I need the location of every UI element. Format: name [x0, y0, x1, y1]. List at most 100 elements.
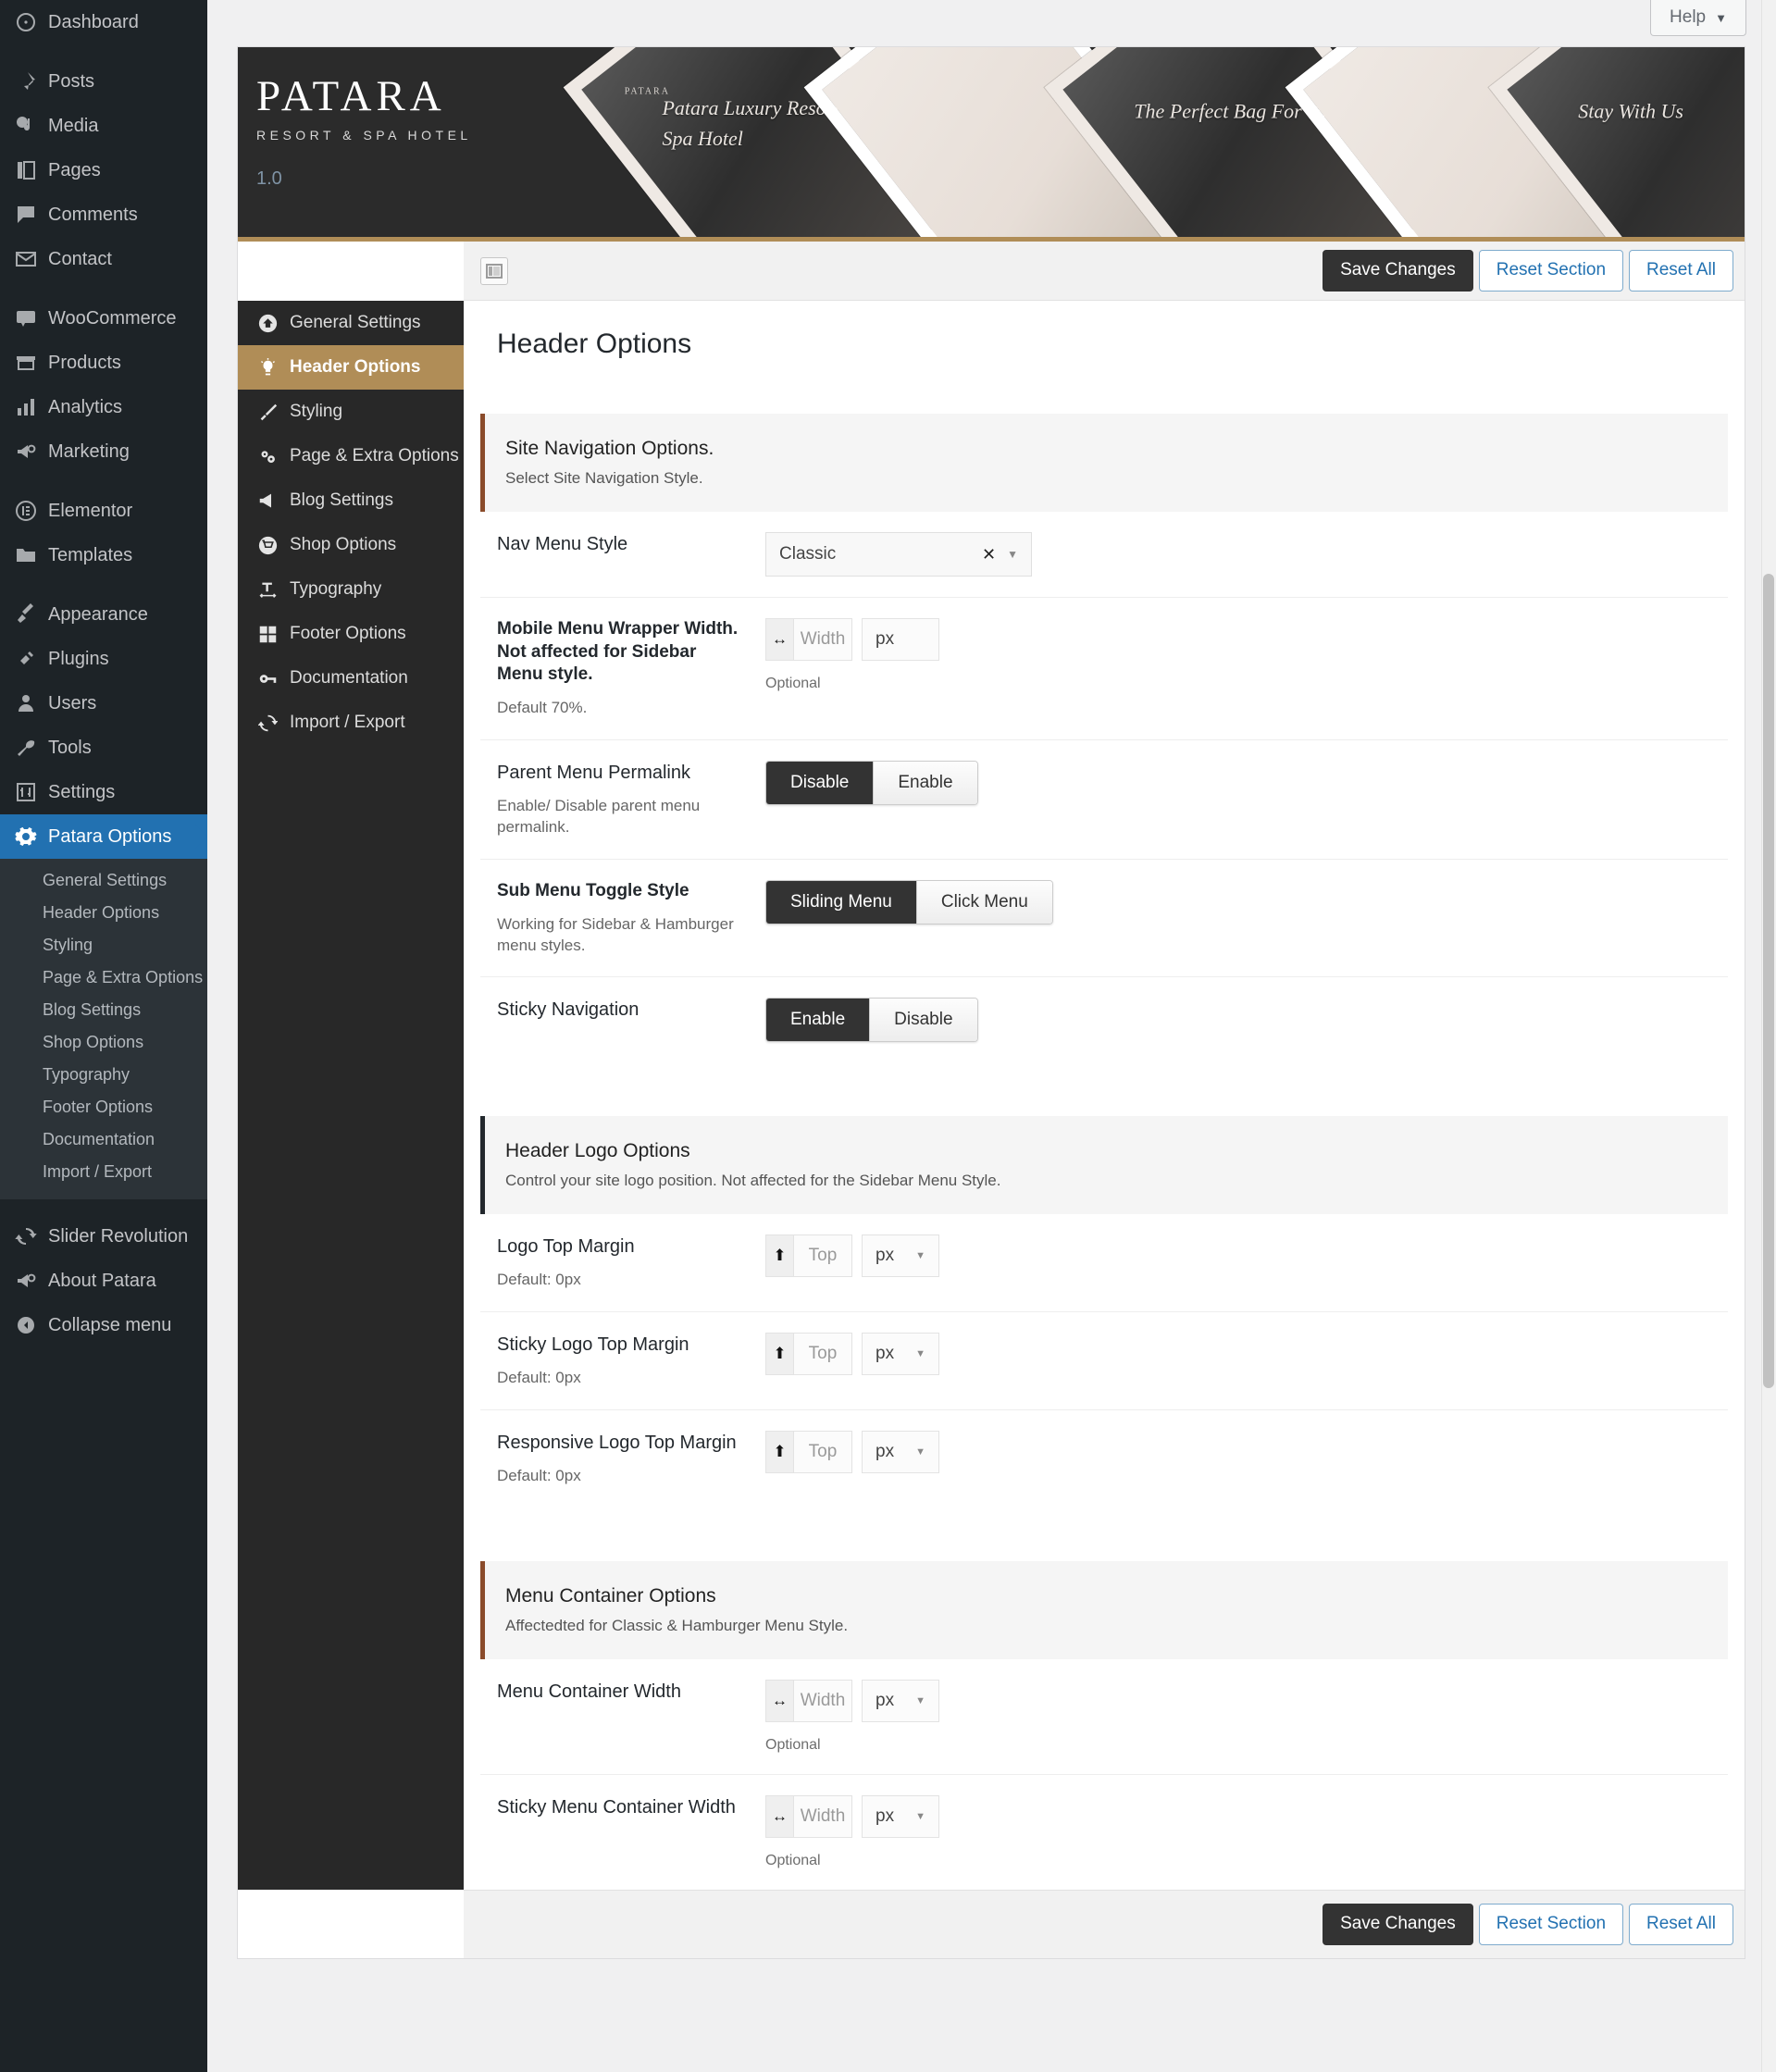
tab-import-export[interactable]: Import / Export [238, 701, 464, 745]
sidebar-item-label: Templates [48, 544, 133, 565]
sidebar-item-templates[interactable]: Templates [0, 533, 207, 577]
sidebar-item-products[interactable]: Products [0, 341, 207, 385]
nav-menu-style-select[interactable]: Classic ✕ ▼ [765, 532, 1032, 577]
sidebar-item-settings[interactable]: Settings [0, 770, 207, 814]
tab-typography[interactable]: Typography [238, 567, 464, 612]
sidebar-item-tools[interactable]: Tools [0, 726, 207, 770]
page-scrollbar[interactable] [1761, 0, 1776, 2072]
toggle-option-disable[interactable]: Disable [870, 999, 977, 1042]
reset-all-button-bottom[interactable]: Reset All [1629, 1904, 1733, 1946]
field-row-sub-menu-toggle-style: Sub Menu Toggle Style Working for Sideba… [480, 860, 1728, 978]
width-input-group[interactable]: ↔ Width [765, 618, 852, 661]
sidebar-item-plugins[interactable]: Plugins [0, 637, 207, 681]
save-changes-button-bottom[interactable]: Save Changes [1323, 1904, 1473, 1946]
tab-styling[interactable]: Styling [238, 390, 464, 434]
unit-label: px [876, 629, 895, 649]
sidebar-item-appearance[interactable]: Appearance [0, 592, 207, 637]
brand-name: PATARA [256, 72, 446, 120]
sidebar-item-collapse-menu[interactable]: Collapse menu [0, 1303, 207, 1347]
tab-label: Typography [290, 579, 382, 599]
submenu-item-documentation[interactable]: Documentation [0, 1123, 207, 1156]
toggle-option-sliding-menu[interactable]: Sliding Menu [766, 880, 917, 924]
sidebar-item-dashboard[interactable]: Dashboard [0, 0, 207, 44]
unit-select[interactable]: px ▼ [862, 1431, 939, 1474]
sidebar-item-woocommerce[interactable]: WooCommerce [0, 296, 207, 341]
scrollbar-thumb[interactable] [1763, 574, 1774, 1388]
sidebar-item-contact[interactable]: Contact [0, 237, 207, 281]
reset-section-button-bottom[interactable]: Reset Section [1478, 1904, 1624, 1946]
margin-input[interactable]: Top [794, 1235, 851, 1276]
user-icon [9, 690, 43, 716]
margin-input-group[interactable]: ⬆ Top [765, 1333, 852, 1376]
width-input[interactable]: Width [794, 1796, 851, 1837]
toggle-option-click-menu[interactable]: Click Menu [916, 880, 1052, 924]
sidebar-item-about-patara[interactable]: About Patara [0, 1259, 207, 1303]
width-input-group[interactable]: ↔ Width [765, 1680, 852, 1723]
submenu-item-import-export[interactable]: Import / Export [0, 1156, 207, 1188]
tab-documentation[interactable]: Documentation [238, 656, 464, 701]
gear-icon [9, 824, 43, 850]
sidebar-item-elementor[interactable]: Elementor [0, 489, 207, 533]
width-input[interactable]: Width [794, 619, 851, 660]
tab-shop-options[interactable]: Shop Options [238, 523, 464, 567]
tab-general-settings[interactable]: General Settings [238, 301, 464, 345]
help-button[interactable]: Help ▼ [1650, 0, 1746, 36]
margin-input-group[interactable]: ⬆ Top [765, 1431, 852, 1474]
unit-select[interactable]: px ▼ [862, 1235, 939, 1278]
dashboard-icon [9, 9, 43, 35]
sidebar-item-analytics[interactable]: Analytics [0, 385, 207, 429]
comments-icon [9, 202, 43, 228]
sidebar-item-label: About Patara [48, 1270, 156, 1291]
sidebar-item-label: Posts [48, 70, 95, 92]
sidebar-item-label: Products [48, 352, 121, 373]
submenu-item-styling[interactable]: Styling [0, 929, 207, 962]
submenu-item-blog-settings[interactable]: Blog Settings [0, 994, 207, 1026]
sidebar-item-label: Media [48, 115, 99, 136]
field-label-wrap: Mobile Menu Wrapper Width. Not affected … [497, 618, 765, 719]
tab-header-options[interactable]: Header Options [238, 345, 464, 390]
collapse-icon [9, 1312, 43, 1338]
unit-select[interactable]: px ▼ [862, 1795, 939, 1839]
margin-input[interactable]: Top [794, 1432, 851, 1472]
sidebar-item-media[interactable]: Media [0, 104, 207, 148]
unit-select[interactable]: px ▼ [862, 1333, 939, 1376]
width-input[interactable]: Width [794, 1681, 851, 1721]
sidebar-item-comments[interactable]: Comments [0, 192, 207, 237]
tab-footer-options[interactable]: Footer Options [238, 612, 464, 656]
sidebar-item-label: Settings [48, 781, 116, 802]
sidebar-item-label: WooCommerce [48, 307, 177, 329]
field-description: Default: 0px [497, 1467, 581, 1485]
close-icon[interactable]: ✕ [982, 545, 996, 565]
toggle-option-disable[interactable]: Disable [766, 762, 875, 804]
width-input-group[interactable]: ↔ Width [765, 1795, 852, 1839]
toggle-option-enable[interactable]: Enable [874, 762, 977, 804]
submenu-item-footer-options[interactable]: Footer Options [0, 1091, 207, 1123]
sidebar-item-users[interactable]: Users [0, 681, 207, 726]
submenu-item-shop-options[interactable]: Shop Options [0, 1026, 207, 1059]
sidebar-item-pages[interactable]: Pages [0, 148, 207, 192]
margin-input-group[interactable]: ⬆ Top [765, 1235, 852, 1278]
panel-body: General Settings Header Options Styling … [238, 301, 1745, 1891]
sidebar-item-marketing[interactable]: Marketing [0, 429, 207, 474]
products-icon [9, 350, 43, 376]
margin-input[interactable]: Top [794, 1334, 851, 1374]
sidebar-item-patara-options[interactable]: Patara Options [0, 814, 207, 859]
unit-select[interactable]: px ▼ [862, 1680, 939, 1723]
sidebar-divider [0, 577, 207, 592]
toggle-option-enable[interactable]: Enable [766, 999, 871, 1042]
reset-all-button-top[interactable]: Reset All [1629, 250, 1733, 292]
field-row-menu-container-width: Menu Container Width ↔ Width px ▼ Option… [480, 1659, 1728, 1776]
tab-blog-settings[interactable]: Blog Settings [238, 478, 464, 523]
save-changes-button-top[interactable]: Save Changes [1323, 250, 1473, 292]
sidebar-item-slider-revolution[interactable]: Slider Revolution [0, 1214, 207, 1259]
submenu-item-typography[interactable]: Typography [0, 1059, 207, 1091]
width-unit-control: ↔ Width px ▼ [765, 1795, 1711, 1839]
reset-section-button-top[interactable]: Reset Section [1478, 250, 1624, 292]
submenu-item-page-extra-options[interactable]: Page & Extra Options [0, 962, 207, 994]
sidebar-item-posts[interactable]: Posts [0, 59, 207, 104]
tab-page-extra-options[interactable]: Page & Extra Options [238, 434, 464, 478]
toolbar-actions: Save Changes Reset Section Reset All [1323, 250, 1733, 292]
submenu-item-general-settings[interactable]: General Settings [0, 864, 207, 897]
submenu-item-header-options[interactable]: Header Options [0, 897, 207, 929]
layout-toggle-icon[interactable] [480, 256, 508, 285]
